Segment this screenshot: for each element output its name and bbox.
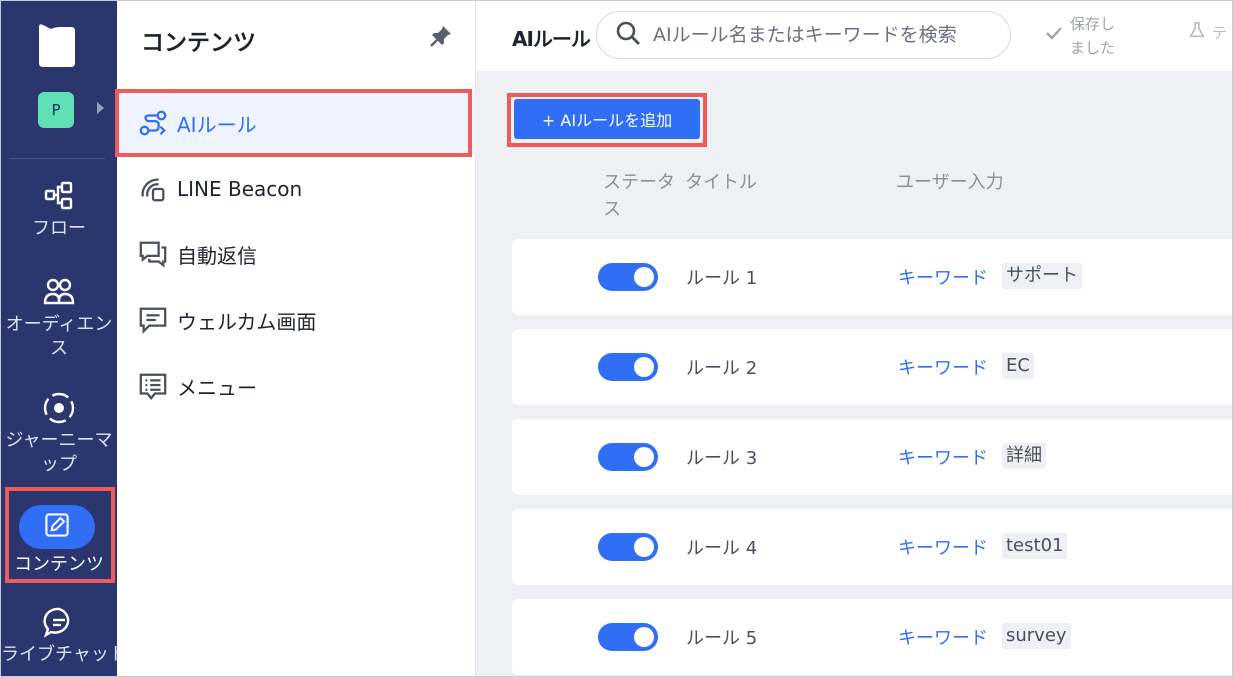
- nav-divider: [9, 158, 105, 159]
- rule-title[interactable]: ルール 5: [686, 624, 757, 650]
- status-toggle[interactable]: [598, 263, 658, 291]
- keyword-tag: サポート: [1002, 263, 1082, 289]
- project-avatar[interactable]: P: [38, 92, 74, 128]
- input-type: キーワード: [898, 268, 988, 289]
- audience-icon: [42, 275, 76, 309]
- status-toggle[interactable]: [598, 353, 658, 381]
- pin-icon[interactable]: [428, 23, 454, 49]
- column-header-status[interactable]: ステータス: [603, 169, 675, 223]
- input-type: キーワード: [898, 628, 988, 649]
- search-icon: [615, 20, 641, 50]
- subpanel-item-ai-rule[interactable]: AIルール: [137, 103, 257, 143]
- ai-rule-icon: [137, 107, 169, 139]
- nav-item-live-chat[interactable]: ライブチャット: [1, 605, 117, 667]
- rule-title[interactable]: ルール 2: [686, 354, 757, 380]
- search-input[interactable]: [653, 24, 993, 46]
- table-row[interactable]: ルール 1 キーワード サポート: [512, 239, 1232, 315]
- subpanel-item-auto-reply[interactable]: 自動返信: [137, 234, 257, 274]
- check-icon: [1044, 23, 1064, 50]
- content-edit-icon: [42, 510, 72, 544]
- top-bar: AIルール 保存しました テ: [476, 1, 1232, 71]
- saved-status: 保存し ました: [1044, 11, 1134, 61]
- app-window: P フロー オーディエンス ジャーニーマップ コンテンツ ライブチャット コンテ…: [0, 0, 1233, 677]
- input-type: キーワード: [898, 358, 988, 379]
- subpanel-item-menu[interactable]: メニュー: [137, 366, 257, 406]
- auto-reply-icon: [137, 238, 169, 270]
- nav-item-audience[interactable]: オーディエンス: [1, 275, 117, 361]
- menu-icon: [137, 370, 169, 402]
- page-title: AIルール: [512, 27, 591, 51]
- beacon-icon: [137, 173, 169, 205]
- rule-title[interactable]: ルール 4: [686, 534, 757, 560]
- column-header-user-input[interactable]: ユーザー入力: [896, 169, 1004, 196]
- search-box[interactable]: [596, 11, 1011, 59]
- content-subpanel: コンテンツ AIルール LINE Beacon 自動返信 ウェルカム画面 メニュ…: [117, 1, 476, 676]
- live-chat-icon: [42, 605, 76, 639]
- nav-item-content-pill[interactable]: [19, 505, 95, 549]
- keyword-tag: EC: [1002, 353, 1034, 379]
- add-ai-rule-button[interactable]: + AIルールを追加: [514, 99, 700, 139]
- table-row[interactable]: ルール 5 キーワード survey: [512, 599, 1232, 675]
- app-logo-icon[interactable]: [37, 23, 77, 69]
- test-button[interactable]: テ: [1188, 21, 1227, 43]
- table-row[interactable]: ルール 4 キーワード test01: [512, 509, 1232, 585]
- status-toggle[interactable]: [598, 623, 658, 651]
- global-nav: P フロー オーディエンス ジャーニーマップ コンテンツ ライブチャット: [1, 1, 117, 676]
- status-toggle[interactable]: [598, 533, 658, 561]
- flask-icon: [1188, 21, 1206, 43]
- column-header-title[interactable]: タイトル: [685, 169, 757, 196]
- nav-item-content[interactable]: コンテンツ: [1, 553, 117, 577]
- status-toggle[interactable]: [598, 443, 658, 471]
- flow-icon: [42, 179, 76, 213]
- main-area: AIルール 保存しました テ + AIルールを追加: [476, 1, 1232, 676]
- welcome-icon: [137, 304, 169, 336]
- input-type: キーワード: [898, 448, 988, 469]
- subpanel-item-welcome[interactable]: ウェルカム画面: [137, 300, 316, 340]
- keyword-tag: test01: [1002, 533, 1068, 559]
- project-expand-icon[interactable]: [97, 102, 104, 114]
- table-row[interactable]: ルール 2 キーワード EC: [512, 329, 1232, 405]
- keyword-tag: survey: [1002, 623, 1071, 649]
- table-row[interactable]: ルール 3 キーワード 詳細: [512, 419, 1232, 495]
- rule-title[interactable]: ルール 1: [686, 264, 757, 290]
- rule-title[interactable]: ルール 3: [686, 444, 757, 470]
- input-type: キーワード: [898, 538, 988, 559]
- journey-map-icon: [42, 391, 76, 425]
- subpanel-item-line-beacon[interactable]: LINE Beacon: [137, 169, 302, 209]
- keyword-tag: 詳細: [1002, 443, 1046, 469]
- nav-item-flow[interactable]: フロー: [1, 179, 117, 241]
- subpanel-title: コンテンツ: [141, 30, 256, 56]
- nav-item-journey-map[interactable]: ジャーニーマップ: [1, 391, 117, 477]
